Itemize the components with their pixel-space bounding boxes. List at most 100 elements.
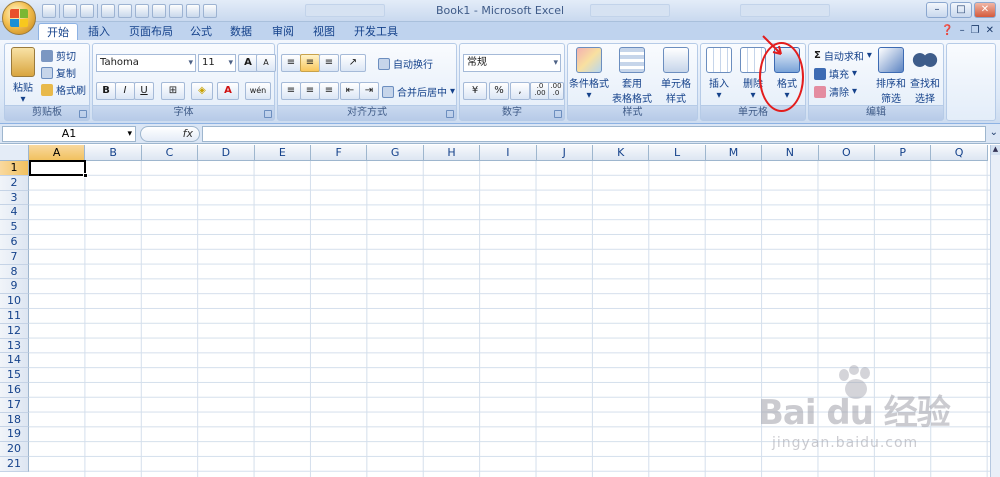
copy-button[interactable]: 复制 [41, 65, 76, 80]
row-header[interactable]: 1 [0, 161, 29, 176]
bold-button[interactable]: B [96, 82, 116, 100]
column-header[interactable]: C [141, 145, 199, 161]
italic-button[interactable]: I [115, 82, 135, 100]
orientation-icon[interactable]: ↗ [340, 54, 366, 72]
column-header[interactable]: F [311, 145, 368, 161]
tab-view[interactable]: 视图 [305, 23, 343, 40]
clear-button[interactable]: 清除 ▾ [814, 84, 857, 99]
row-header[interactable]: 7 [0, 249, 29, 265]
row-header[interactable]: 12 [0, 323, 29, 339]
align-middle-icon[interactable]: ≡ [300, 54, 320, 72]
row-header[interactable]: 14 [0, 353, 29, 369]
column-header[interactable]: I [480, 145, 537, 161]
column-header[interactable]: H [423, 145, 481, 161]
row-header[interactable]: 13 [0, 338, 29, 354]
column-header[interactable]: B [85, 145, 142, 161]
column-header[interactable]: J [536, 145, 593, 161]
dialog-launcher-icon[interactable] [264, 110, 272, 118]
scroll-up-icon[interactable]: ▲ [991, 145, 1000, 155]
tab-home[interactable]: 开始 [38, 23, 78, 41]
row-header[interactable]: 5 [0, 220, 29, 235]
phonetic-button[interactable]: wén [245, 82, 271, 100]
find-select-button[interactable]: 查找和 选择 [907, 47, 943, 105]
insert-function-button[interactable]: fx [140, 126, 200, 142]
fill-color-icon[interactable]: ◈ [191, 82, 213, 100]
sort-filter-button[interactable]: 排序和 筛选 [873, 47, 909, 105]
column-header[interactable]: D [198, 145, 255, 161]
align-left-icon[interactable]: ≡ [281, 82, 301, 100]
column-header[interactable]: O [818, 145, 875, 161]
column-header[interactable]: G [367, 145, 424, 161]
tab-review[interactable]: 审阅 [264, 23, 302, 40]
column-header[interactable]: M [705, 145, 763, 161]
tab-developer[interactable]: 开发工具 [346, 23, 406, 40]
restore-workbook-icon[interactable]: ❐ [971, 25, 980, 36]
grow-font-button[interactable]: A [238, 54, 258, 72]
align-bottom-icon[interactable]: ≡ [319, 54, 339, 72]
column-header[interactable]: Q [931, 145, 988, 161]
align-top-icon[interactable]: ≡ [281, 54, 301, 72]
increase-decimal-button[interactable]: .0 .00 [530, 82, 550, 100]
active-cell-a1[interactable] [29, 160, 86, 176]
comma-button[interactable]: , [510, 82, 530, 100]
office-button[interactable] [2, 1, 36, 35]
row-header[interactable]: 6 [0, 235, 29, 250]
autosum-button[interactable]: Σ 自动求和 ▾ [814, 48, 872, 63]
insert-cells-button[interactable]: 插入 ▾ [701, 47, 737, 101]
row-header[interactable]: 21 [0, 457, 29, 472]
decrease-indent-icon[interactable]: ⇤ [340, 82, 360, 100]
conditional-format-button[interactable]: 条件格式 ▾ [569, 47, 609, 101]
minimize-button[interactable]: – [926, 2, 948, 18]
minimize-workbook-icon[interactable]: – [960, 25, 965, 36]
cut-button[interactable]: 剪切 [41, 48, 76, 63]
close-button[interactable]: ✕ [974, 2, 996, 18]
font-size-combo[interactable]: 11 [198, 54, 236, 72]
currency-icon[interactable]: ¥ [463, 82, 487, 100]
row-header[interactable]: 8 [0, 264, 29, 280]
increase-indent-icon[interactable]: ⇥ [359, 82, 379, 100]
row-header[interactable]: 3 [0, 190, 29, 206]
tab-insert[interactable]: 插入 [80, 23, 118, 40]
percent-button[interactable]: % [489, 82, 509, 100]
vertical-scrollbar[interactable]: ▲ [990, 145, 1000, 477]
column-header[interactable]: E [254, 145, 311, 161]
align-center-icon[interactable]: ≡ [300, 82, 320, 100]
row-header[interactable]: 11 [0, 309, 29, 324]
select-all-corner[interactable] [0, 145, 29, 161]
decrease-decimal-button[interactable]: .00 .0 [548, 82, 564, 100]
formula-input[interactable] [202, 126, 986, 142]
merge-center-button[interactable]: 合并后居中 ▾ [382, 84, 455, 99]
row-header[interactable]: 2 [0, 175, 29, 191]
fill-button[interactable]: 填充 ▾ [814, 66, 857, 81]
maximize-button[interactable]: □ [950, 2, 972, 18]
row-header[interactable]: 4 [0, 205, 29, 221]
row-header[interactable]: 10 [0, 294, 29, 309]
tab-formulas[interactable]: 公式 [182, 23, 220, 40]
format-painter-button[interactable]: 格式刷 [41, 82, 86, 97]
fill-handle[interactable] [83, 173, 88, 178]
wrap-text-button[interactable]: 自动换行 [378, 56, 433, 71]
dialog-launcher-icon[interactable] [446, 110, 454, 118]
row-header[interactable]: 15 [0, 368, 29, 383]
column-header[interactable]: N [762, 145, 819, 161]
row-header[interactable]: 19 [0, 427, 29, 443]
paste-button[interactable]: 粘贴 ▾ [6, 47, 40, 105]
shrink-font-button[interactable]: A [256, 54, 276, 72]
borders-icon[interactable]: ⊞ [161, 82, 185, 100]
font-name-combo[interactable]: Tahoma [96, 54, 196, 72]
cell-styles-button[interactable]: 单元格 样式 [656, 47, 696, 105]
format-as-table-button[interactable]: 套用 表格格式 [612, 47, 652, 105]
tab-page-layout[interactable]: 页面布局 [121, 23, 181, 40]
row-header[interactable]: 17 [0, 397, 29, 413]
row-header[interactable]: 16 [0, 383, 29, 398]
column-header[interactable]: L [649, 145, 706, 161]
row-header[interactable]: 20 [0, 442, 29, 457]
underline-button[interactable]: U [134, 82, 154, 100]
font-color-icon[interactable]: A [217, 82, 239, 100]
expand-formula-bar-icon[interactable]: ⌄ [990, 127, 998, 138]
row-header[interactable]: 9 [0, 279, 29, 295]
column-header[interactable]: A [29, 145, 86, 161]
dialog-launcher-icon[interactable] [554, 110, 562, 118]
close-workbook-icon[interactable]: ✕ [986, 25, 994, 36]
help-icon[interactable]: ❓ [941, 25, 953, 36]
